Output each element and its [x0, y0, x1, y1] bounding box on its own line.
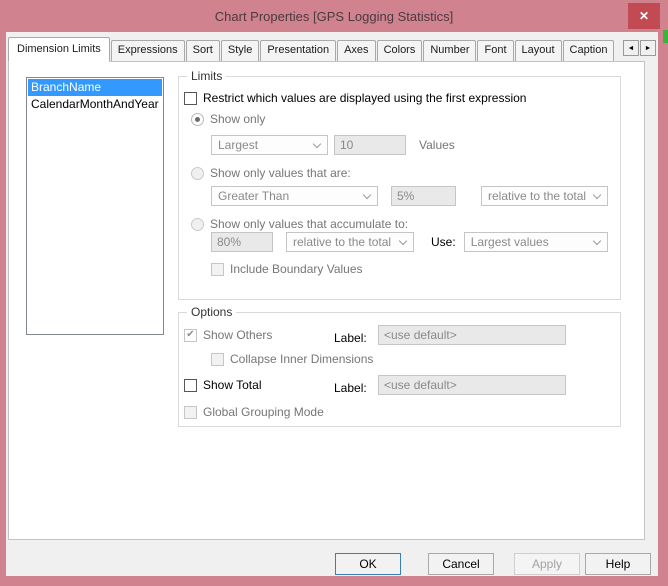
show-only-row: Show only: [191, 112, 265, 126]
show-others-row: ✔ Show Others: [184, 328, 272, 342]
show-only-count-input: [334, 135, 406, 155]
list-item-branchname[interactable]: BranchName: [28, 79, 162, 96]
chart-properties-dialog: Chart Properties [GPS Logging Statistics…: [0, 0, 668, 586]
show-values-row: Show only values that are:: [191, 166, 351, 180]
chevron-down-icon: [592, 236, 601, 246]
tab-scroll-left-button[interactable]: ◄: [623, 40, 639, 56]
show-total-row: Show Total: [184, 378, 261, 392]
list-item-calendarmonthandyear[interactable]: CalendarMonthAndYear: [28, 96, 162, 113]
restrict-checkbox[interactable]: [184, 91, 197, 105]
show-values-controls-row: Greater Than relative to the total: [211, 186, 608, 206]
accumulate-relative-value: relative to the total: [293, 235, 392, 249]
apply-button: Apply: [514, 553, 580, 575]
others-label-input: [378, 325, 566, 345]
dimension-listbox[interactable]: BranchName CalendarMonthAndYear: [26, 77, 164, 335]
accumulate-controls-row: relative to the total Use: Largest value…: [211, 232, 608, 252]
global-grouping-row: Global Grouping Mode: [184, 405, 324, 419]
chevron-down-icon: [398, 236, 408, 246]
tab-expressions[interactable]: Expressions: [110, 40, 185, 61]
tab-layout[interactable]: Layout: [514, 40, 562, 61]
tab-font[interactable]: Font: [477, 40, 514, 61]
tab-dimension-limits[interactable]: Dimension Limits: [8, 37, 110, 62]
tab-scroll-right-button[interactable]: ►: [640, 40, 656, 56]
global-grouping-label: Global Grouping Mode: [203, 405, 324, 419]
chevron-down-icon: [312, 139, 322, 149]
close-icon: ✕: [638, 9, 650, 23]
tab-presentation[interactable]: Presentation: [260, 40, 337, 61]
show-total-label: Show Total: [203, 378, 262, 392]
use-value: Largest values: [470, 235, 549, 249]
tab-strip: Dimension Limits Expressions Sort Style …: [8, 37, 615, 62]
use-dropdown: Largest values: [463, 232, 608, 252]
collapse-row: Collapse Inner Dimensions: [211, 352, 373, 366]
arrow-right-icon: ►: [644, 44, 652, 52]
close-button[interactable]: ✕: [628, 3, 660, 29]
tab-number[interactable]: Number: [423, 40, 477, 61]
show-values-radio: [191, 166, 204, 180]
others-label: Label:: [334, 331, 367, 345]
restrict-row: Restrict which values are displayed usin…: [184, 91, 526, 105]
amount-input: [391, 186, 456, 206]
tab-style[interactable]: Style: [220, 40, 260, 61]
accumulate-radio: [191, 217, 204, 231]
tab-sort[interactable]: Sort: [185, 40, 220, 61]
operator-value: Greater Than: [218, 189, 290, 203]
arrow-left-icon: ◄: [627, 44, 635, 52]
show-total-checkbox[interactable]: [184, 378, 197, 392]
operator-dropdown: Greater Than: [211, 186, 378, 206]
options-group-title: Options: [187, 305, 237, 319]
accumulate-row: Show only values that accumulate to:: [191, 217, 408, 231]
chevron-down-icon: [362, 190, 372, 200]
relative-value: relative to the total: [488, 189, 587, 203]
global-grouping-checkbox: [184, 405, 197, 419]
help-button[interactable]: Help: [585, 553, 651, 575]
tab-axes[interactable]: Axes: [337, 40, 376, 61]
chevron-down-icon: [592, 190, 602, 200]
include-boundary-checkbox: [211, 262, 224, 276]
accumulate-label: Show only values that accumulate to:: [210, 217, 409, 231]
values-label: Values: [419, 138, 455, 152]
show-others-label: Show Others: [203, 328, 273, 342]
total-label-input: [378, 375, 566, 395]
show-only-radio: [191, 112, 204, 126]
dialog-body: Dimension Limits Expressions Sort Style …: [6, 32, 658, 576]
show-only-mode-value: Largest: [218, 138, 259, 152]
use-label: Use:: [431, 235, 456, 249]
include-boundary-label: Include Boundary Values: [230, 262, 363, 276]
checkmark-icon: ✔: [186, 329, 195, 340]
collapse-inner-dimensions-label: Collapse Inner Dimensions: [230, 352, 374, 366]
dimension-limits-page: BranchName CalendarMonthAndYear Limits R…: [8, 61, 645, 540]
tab-caption[interactable]: Caption: [562, 40, 615, 61]
show-only-controls-row: Largest Values: [211, 135, 455, 155]
collapse-inner-dimensions-checkbox: [211, 352, 224, 366]
restrict-label: Restrict which values are displayed usin…: [203, 91, 527, 105]
show-values-label: Show only values that are:: [210, 166, 351, 180]
limits-group-title: Limits: [187, 69, 227, 83]
cancel-button[interactable]: Cancel: [428, 553, 494, 575]
ok-button[interactable]: OK: [335, 553, 401, 575]
show-only-mode-dropdown: Largest: [211, 135, 328, 155]
accumulate-amount-input: [211, 232, 273, 252]
titlebar: Chart Properties [GPS Logging Statistics…: [0, 0, 668, 32]
relative-dropdown: relative to the total: [481, 186, 608, 206]
total-label: Label:: [334, 381, 367, 395]
show-others-checkbox: ✔: [184, 328, 197, 342]
dialog-title: Chart Properties [GPS Logging Statistics…: [214, 8, 454, 24]
show-only-label: Show only: [210, 112, 266, 126]
desktop-bleed-sliver: [663, 30, 668, 43]
tab-colors[interactable]: Colors: [376, 40, 423, 61]
accumulate-relative-dropdown: relative to the total: [286, 232, 414, 252]
boundary-row: Include Boundary Values: [211, 262, 363, 276]
